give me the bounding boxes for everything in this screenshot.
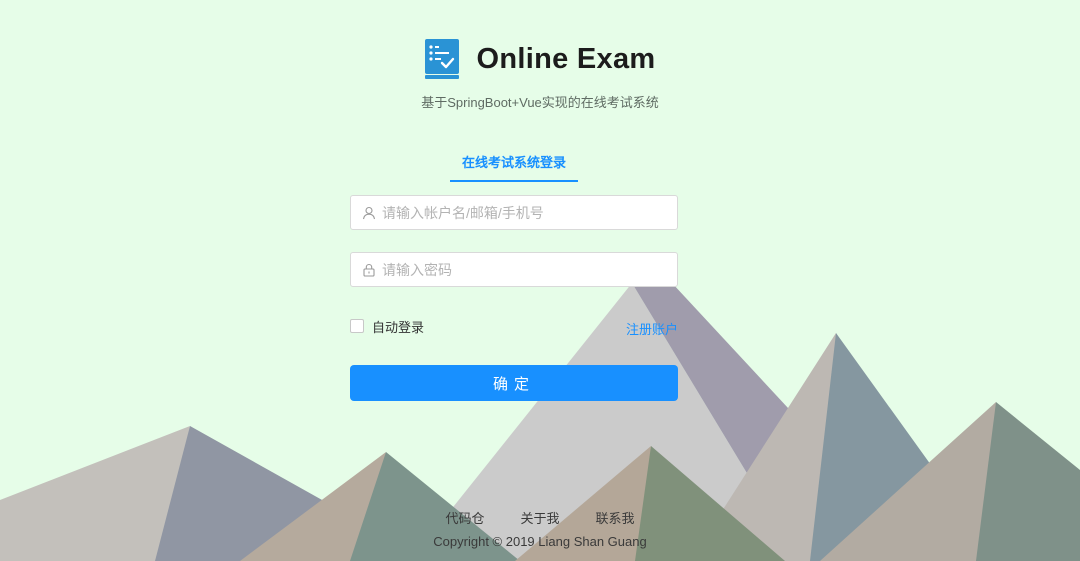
- remember-label: 自动登录: [372, 319, 425, 335]
- submit-button[interactable]: 确定: [350, 365, 678, 401]
- copyright: Copyright © 2019 Liang Shan Guang: [433, 534, 647, 549]
- lock-icon: [363, 263, 375, 277]
- brand: Online Exam: [0, 38, 1080, 80]
- app-title: Online Exam: [476, 42, 656, 75]
- footer-link-about[interactable]: 关于我: [520, 508, 559, 527]
- username-field[interactable]: [350, 195, 678, 230]
- user-icon: [362, 206, 376, 219]
- page-header: Online Exam 基于SpringBoot+Vue实现的在线考试系统: [0, 38, 1080, 111]
- checklist-document-icon: [424, 39, 459, 79]
- footer-link-contact[interactable]: 联系我: [596, 508, 635, 527]
- footer-link-repo[interactable]: 代码仓: [445, 508, 484, 527]
- register-link[interactable]: 注册账户: [626, 319, 678, 338]
- app-subtitle: 基于SpringBoot+Vue实现的在线考试系统: [421, 95, 659, 110]
- login-page: Online Exam 基于SpringBoot+Vue实现的在线考试系统 在线…: [0, 0, 1080, 561]
- remember-checkbox[interactable]: [350, 319, 364, 333]
- tab-login[interactable]: 在线考试系统登录: [450, 152, 578, 182]
- footer-links: 代码仓 关于我 联系我: [0, 508, 1080, 527]
- username-input[interactable]: [382, 196, 677, 229]
- password-field[interactable]: [350, 252, 678, 287]
- remember-me[interactable]: 自动登录: [350, 318, 425, 335]
- password-input[interactable]: [382, 253, 677, 286]
